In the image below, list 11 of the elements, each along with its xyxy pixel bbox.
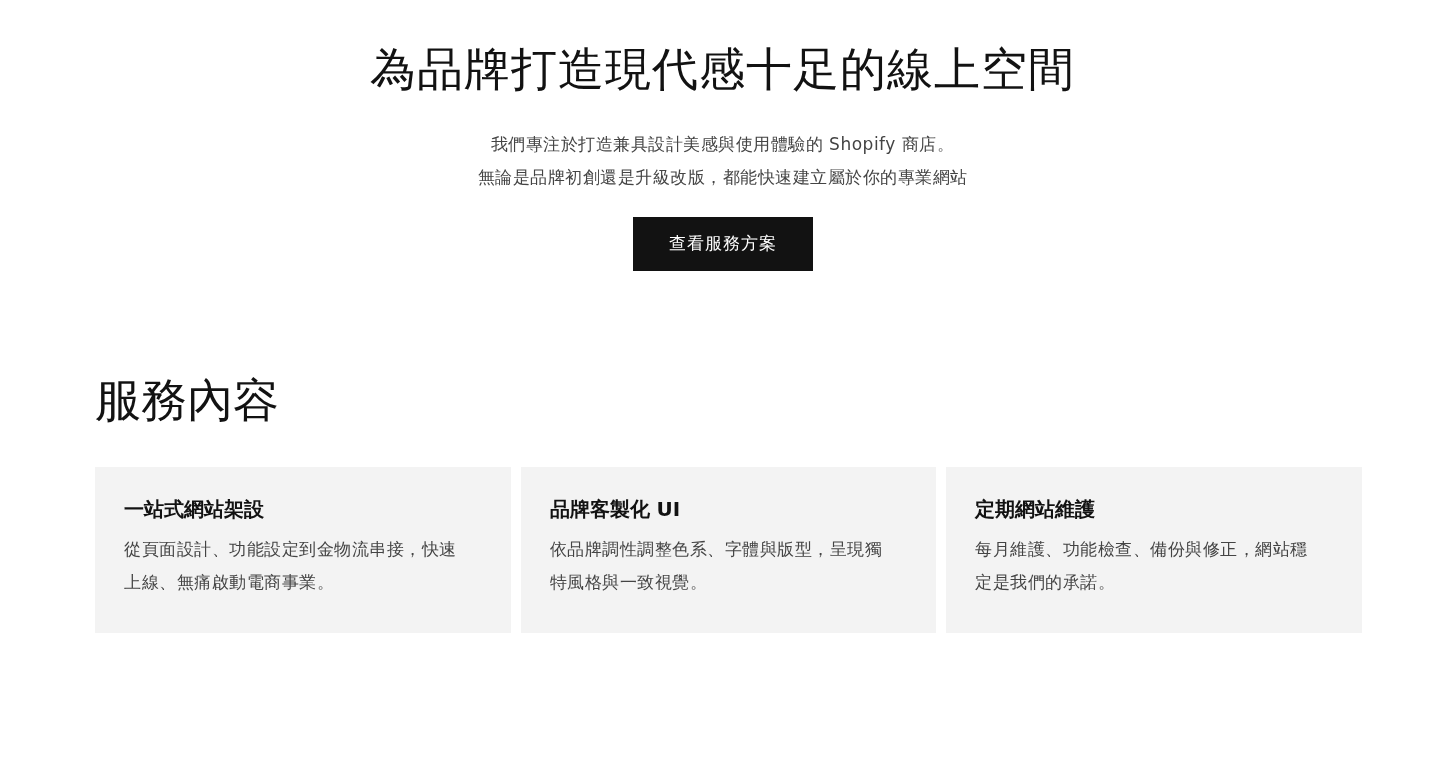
card-description: 依品牌調性調整色系、字體與版型，呈現獨特風格與一致視覺。 (549, 537, 884, 594)
hero-title: 為品牌打造現代感十足的線上空間 (370, 41, 1075, 98)
card-description: 每月維護、功能檢查、備份與修正，網站穩定是我們的承諾。 (975, 537, 1309, 594)
card-title: 定期網站維護 (975, 495, 1097, 523)
view-plans-button[interactable]: 查看服務方案 (632, 216, 813, 271)
card-title: 品牌客製化 UI (549, 495, 682, 523)
section-heading: 服務內容 (95, 371, 280, 429)
hero-description: 我們專注於打造兼具設計美感與使用體驗的 Shopify 商店。 (489, 132, 956, 156)
card-description: 從頁面設計、功能設定到金物流串接，快速上線、無痛啟動電商事業。 (124, 537, 458, 594)
hero-description: 無論是品牌初創還是升級改版，都能快速建立屬於你的專業網站 (477, 165, 968, 189)
card-title: 一站式網站架設 (124, 495, 265, 523)
